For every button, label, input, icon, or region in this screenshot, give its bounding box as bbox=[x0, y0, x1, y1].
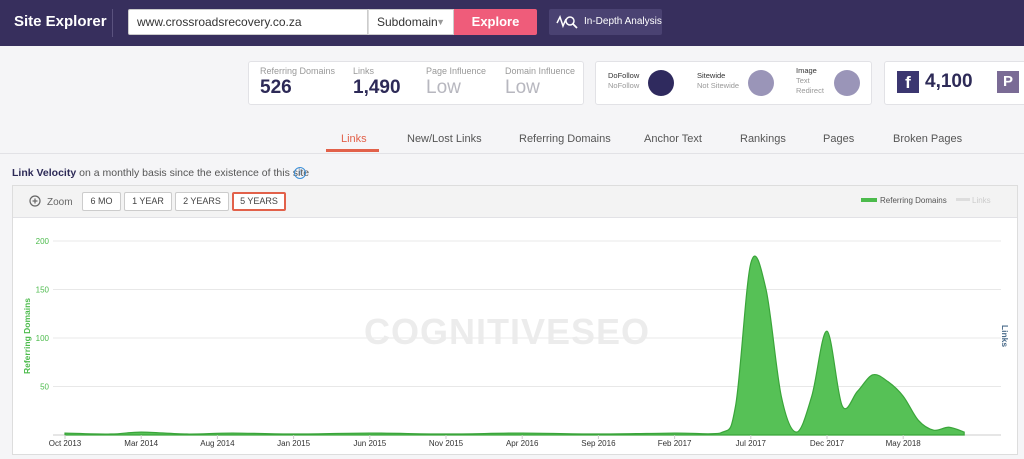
chart-panel: Zoom 6 MO 1 YEAR 2 YEARS 5 YEARS Referri… bbox=[12, 185, 1018, 455]
metric-referring-domains: Referring Domains 526 bbox=[260, 66, 335, 99]
tab-anchor-text[interactable]: Anchor Text bbox=[644, 133, 702, 145]
link-types-panel: DoFollow NoFollow Sitewide Not Sitewide … bbox=[595, 61, 872, 105]
tab-new-lost-links[interactable]: New/Lost Links bbox=[407, 133, 482, 145]
header-divider bbox=[112, 9, 113, 37]
sitewide-pie[interactable] bbox=[748, 70, 774, 96]
image-legend: Image Text Redirect bbox=[796, 66, 824, 96]
facebook-count: 4,100 bbox=[925, 71, 973, 92]
tab-links[interactable]: Links bbox=[341, 133, 367, 145]
sitewide-legend: Sitewide Not Sitewide bbox=[697, 71, 739, 91]
link-velocity-title: Link Velocity bbox=[12, 167, 77, 179]
x-tick-label: Apr 2016 bbox=[506, 439, 539, 448]
y-axis-title: Referring Domains bbox=[22, 298, 32, 374]
pinterest-icon[interactable]: P bbox=[997, 71, 1019, 93]
text-label: Text bbox=[796, 76, 810, 85]
metric-domain-influence: Domain Influence Low bbox=[505, 66, 575, 99]
x-tick-label: Oct 2013 bbox=[49, 439, 82, 448]
x-tick-label: Feb 2017 bbox=[658, 439, 692, 448]
image-pie[interactable] bbox=[834, 70, 860, 96]
y2-axis-title: Links bbox=[1000, 325, 1010, 347]
x-tick-label: Aug 2014 bbox=[200, 439, 235, 448]
analysis-icon bbox=[556, 15, 578, 29]
not-sitewide-label: Not Sitewide bbox=[697, 81, 740, 90]
subdomain-select[interactable]: Subdomain ▼ bbox=[368, 9, 454, 35]
image-label: Image bbox=[796, 66, 817, 75]
tab-rankings[interactable]: Rankings bbox=[740, 133, 786, 145]
metric-links: Links 1,490 bbox=[353, 66, 401, 99]
x-tick-label: Jun 2015 bbox=[353, 439, 386, 448]
y-tick-label: 50 bbox=[40, 383, 49, 392]
chevron-down-icon: ▼ bbox=[436, 17, 445, 27]
active-tab-indicator bbox=[326, 149, 379, 152]
tab-broken-pages[interactable]: Broken Pages bbox=[893, 133, 962, 145]
metric-value: Low bbox=[426, 77, 461, 98]
tab-pages[interactable]: Pages bbox=[823, 133, 854, 145]
x-tick-label: Nov 2015 bbox=[429, 439, 464, 448]
y-tick-label: 150 bbox=[36, 286, 50, 295]
dofollow-pie[interactable] bbox=[648, 70, 674, 96]
y-tick-label: 200 bbox=[36, 237, 50, 246]
metric-value: 526 bbox=[260, 77, 292, 98]
metric-value: Low bbox=[505, 77, 540, 98]
x-tick-label: Sep 2016 bbox=[581, 439, 616, 448]
top-bar: Site Explorer Subdomain ▼ Explore In-Dep… bbox=[0, 0, 1024, 46]
in-depth-analysis-label: In-Depth Analysis bbox=[584, 16, 662, 27]
metrics-panel: Referring Domains 526 Links 1,490 Page I… bbox=[248, 61, 584, 105]
facebook-icon[interactable]: f bbox=[897, 71, 919, 93]
nofollow-label: NoFollow bbox=[608, 81, 640, 90]
x-tick-label: Mar 2014 bbox=[124, 439, 158, 448]
watermark: COGNITIVESEO bbox=[364, 311, 650, 352]
link-velocity-heading: Link Velocity on a monthly basis since t… bbox=[12, 167, 309, 179]
dofollow-legend: DoFollow NoFollow bbox=[608, 71, 639, 91]
x-tick-label: May 2018 bbox=[886, 439, 922, 448]
y-tick-label: 100 bbox=[36, 334, 50, 343]
link-velocity-subtitle: on a monthly basis since the existence o… bbox=[79, 167, 310, 179]
metric-label: Page Influence bbox=[426, 66, 487, 76]
metric-label: Referring Domains bbox=[260, 66, 336, 76]
metric-label: Links bbox=[353, 66, 375, 76]
url-input[interactable] bbox=[128, 9, 368, 35]
x-tick-label: Jul 2017 bbox=[736, 439, 767, 448]
link-velocity-chart: COGNITIVESEO 50 100 150 200 Oct 2013 Mar 201… bbox=[22, 237, 1010, 448]
redirect-label: Redirect bbox=[796, 86, 824, 95]
x-tick-label: Dec 2017 bbox=[810, 439, 845, 448]
app-title: Site Explorer bbox=[14, 13, 107, 30]
info-icon[interactable]: i bbox=[294, 167, 306, 179]
tab-bar: Links New/Lost Links Referring Domains A… bbox=[0, 125, 1024, 154]
metric-page-influence: Page Influence Low bbox=[426, 66, 486, 99]
social-panel: f 4,100 P bbox=[884, 61, 1024, 105]
explore-button[interactable]: Explore bbox=[454, 9, 537, 35]
sitewide-label: Sitewide bbox=[697, 71, 726, 80]
tab-referring-domains[interactable]: Referring Domains bbox=[519, 133, 611, 145]
dofollow-label: DoFollow bbox=[608, 71, 640, 80]
in-depth-analysis-button[interactable]: In-Depth Analysis bbox=[549, 9, 662, 35]
metric-value: 1,490 bbox=[353, 77, 401, 98]
x-tick-label: Jan 2015 bbox=[277, 439, 310, 448]
subdomain-select-value: Subdomain bbox=[377, 15, 438, 29]
metric-label: Domain Influence bbox=[505, 66, 576, 76]
